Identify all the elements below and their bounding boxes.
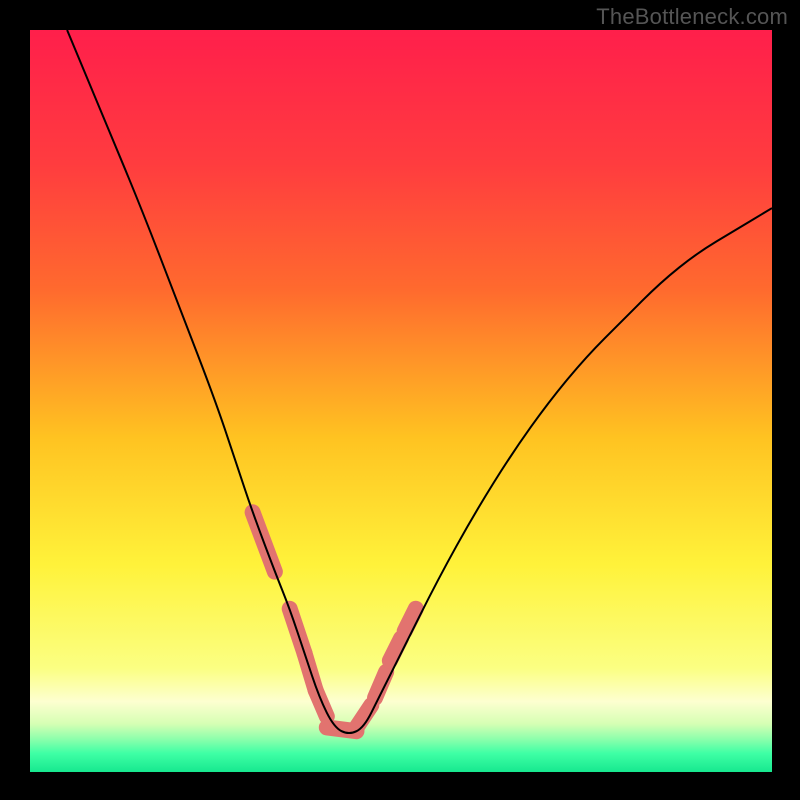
bottleneck-chart xyxy=(0,0,800,800)
chart-stage: TheBottleneck.com xyxy=(0,0,800,800)
watermark-text: TheBottleneck.com xyxy=(596,4,788,30)
highlight-segment xyxy=(316,690,327,716)
plot-background xyxy=(30,30,772,772)
